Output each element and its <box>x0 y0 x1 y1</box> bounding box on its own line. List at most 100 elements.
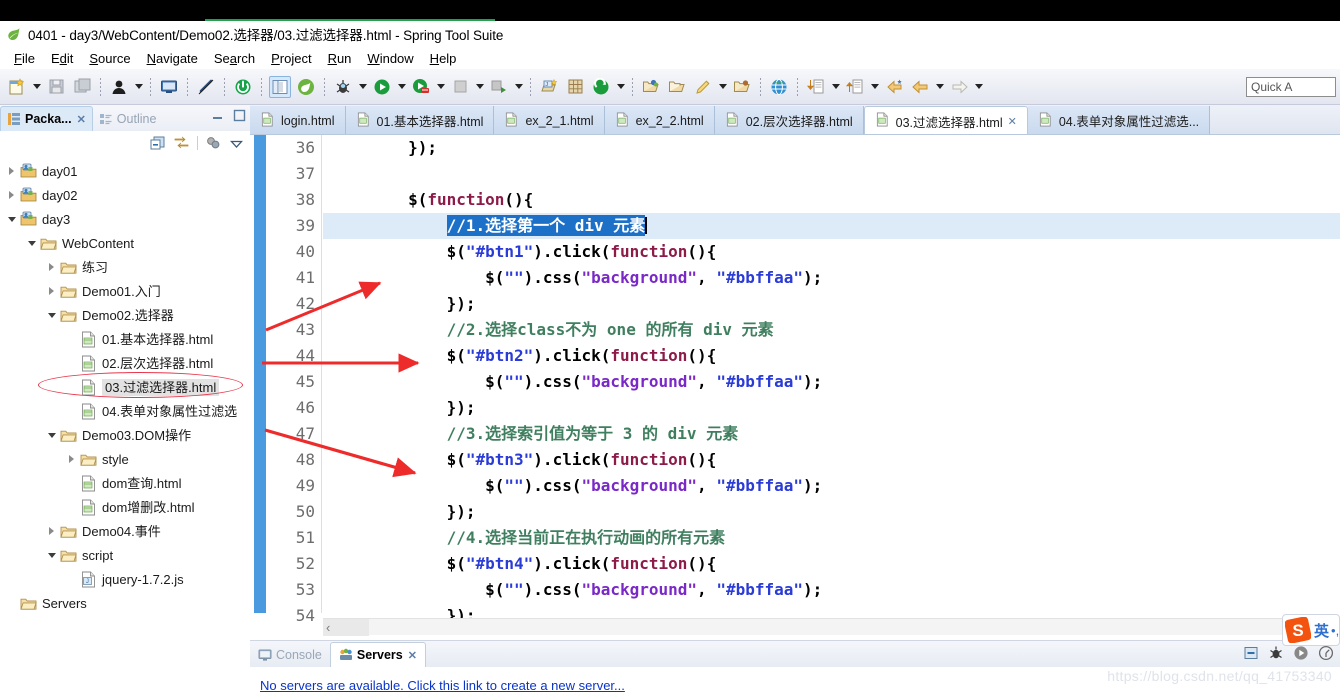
create-server-link[interactable]: No servers are available. Click this lin… <box>260 678 625 693</box>
code-line[interactable]: //2.选择class不为 one 的所有 div 元素 <box>323 317 1340 343</box>
spring-leaf-icon[interactable] <box>295 76 317 98</box>
code-line[interactable]: }); <box>323 291 1340 317</box>
close-icon[interactable]: ✕ <box>1008 115 1017 128</box>
skip-breakpoints-icon[interactable] <box>488 76 510 98</box>
menu-run[interactable]: Run <box>320 50 360 67</box>
tree-item[interactable]: WebContent <box>0 231 250 255</box>
tab-console[interactable]: Console <box>250 642 330 667</box>
code-line[interactable]: //4.选择当前正在执行动画的所有元素 <box>323 525 1340 551</box>
editor-tab[interactable]: 01.基本选择器.html <box>345 106 495 135</box>
open-task-icon[interactable] <box>731 76 753 98</box>
tab-outline[interactable]: Outline <box>93 106 163 131</box>
menu-window[interactable]: Window <box>359 50 421 67</box>
code-line[interactable]: }); <box>323 135 1340 161</box>
minimize-icon[interactable] <box>211 109 224 122</box>
editor-tab[interactable]: ex_2_2.html <box>604 106 715 135</box>
profile-server-icon[interactable] <box>1318 645 1334 661</box>
save-icon[interactable] <box>45 76 67 98</box>
tree-item[interactable]: 03.过滤选择器.html <box>0 372 250 399</box>
next-annotation-caret-icon[interactable] <box>830 77 841 97</box>
menu-file[interactable]: File <box>6 50 43 67</box>
stop-icon[interactable] <box>449 76 471 98</box>
menu-navigate[interactable]: Navigate <box>139 50 206 67</box>
collapse-arrow-icon[interactable] <box>26 238 37 249</box>
editor-tab[interactable]: 02.层次选择器.html <box>714 106 864 135</box>
code-line[interactable]: //1.选择第一个 div 元素 <box>323 213 1340 239</box>
previous-annotation-caret-icon[interactable] <box>869 77 880 97</box>
maximize-icon[interactable] <box>233 109 246 122</box>
code-line[interactable]: $(function(){ <box>323 187 1340 213</box>
link-with-editor-icon[interactable] <box>173 135 190 151</box>
tree-item[interactable]: Demo02.选择器 <box>0 303 250 327</box>
stop-caret-icon[interactable] <box>474 77 485 97</box>
code-editor[interactable]: 36 37 38 39 40 41 42 43 44 45 46 47 48 49 50 51 52 53 54 }… <box>250 135 1340 640</box>
forward-caret-icon[interactable] <box>973 77 984 97</box>
editor-tab[interactable]: ex_2_1.html <box>494 106 605 135</box>
tree-item[interactable]: script <box>0 543 250 567</box>
selected-text[interactable]: //1.选择第一个 div 元素 <box>446 215 646 236</box>
new-java-class-icon[interactable]: J <box>538 76 560 98</box>
collapse-arrow-icon[interactable] <box>46 310 57 321</box>
tree-item[interactable]: Demo03.DOM操作 <box>0 423 250 447</box>
tab-servers[interactable]: Servers ✕ <box>329 642 426 667</box>
code-line[interactable]: $("#btn1").click(function(){ <box>323 239 1340 265</box>
tree-item[interactable]: Demo01.入门 <box>0 279 250 303</box>
previous-annotation-icon[interactable] <box>844 76 866 98</box>
tab-package-explorer[interactable]: Packa... ✕ <box>0 106 93 131</box>
menu-help[interactable]: Help <box>422 50 465 67</box>
code-line[interactable]: $("").css("background", "#bbffaa"); <box>323 369 1340 395</box>
open-perspective-icon[interactable] <box>269 75 291 98</box>
editor-tab[interactable]: 04.表单对象属性过滤选... <box>1027 106 1211 135</box>
code-line[interactable]: $("#btn4").click(function(){ <box>323 551 1340 577</box>
filters-icon[interactable] <box>205 135 222 151</box>
tree-item[interactable]: Demo04.事件 <box>0 519 250 543</box>
tree-item[interactable]: Jjquery-1.7.2.js <box>0 567 250 591</box>
refresh-green-icon[interactable] <box>590 76 612 98</box>
tree-item[interactable]: day01 <box>0 159 250 183</box>
back-arrow-icon[interactable] <box>883 76 905 98</box>
tree-item[interactable]: 02.层次选择器.html <box>0 351 250 375</box>
menu-edit[interactable]: Edit <box>43 50 81 67</box>
code-line[interactable]: }); <box>323 499 1340 525</box>
open-type-icon[interactable] <box>640 76 662 98</box>
expand-arrow-icon[interactable] <box>46 526 57 537</box>
code-line[interactable]: $("").css("background", "#bbffaa"); <box>323 265 1340 291</box>
run-server-icon[interactable] <box>410 76 432 98</box>
new-wizard-caret-icon[interactable] <box>31 77 42 97</box>
close-icon[interactable]: ✕ <box>77 113 86 126</box>
debug-caret-icon[interactable] <box>357 77 368 97</box>
code-line[interactable]: $("").css("background", "#bbffaa"); <box>323 577 1340 603</box>
tree-item[interactable]: style <box>0 447 250 471</box>
menu-source[interactable]: Source <box>81 50 138 67</box>
source-code-text[interactable]: }); $(function(){ //1.选择第一个 div 元素 $("#b… <box>323 135 1340 625</box>
menu-search[interactable]: Search <box>206 50 263 67</box>
person-icon[interactable] <box>108 76 130 98</box>
tree-item[interactable]: dom查询.html <box>0 471 250 495</box>
next-annotation-icon[interactable] <box>805 76 827 98</box>
debug-server-icon[interactable] <box>1268 645 1284 661</box>
ime-punctuation-icon[interactable]: •, <box>1331 623 1339 638</box>
person-caret-icon[interactable] <box>133 77 144 97</box>
code-line[interactable]: $("#btn3").click(function(){ <box>323 447 1340 473</box>
editor-tab[interactable]: login.html <box>250 106 346 135</box>
expand-arrow-icon[interactable] <box>6 166 17 177</box>
sogou-ime-toolbar[interactable]: S 英 •, <box>1282 614 1340 646</box>
power-green-icon[interactable] <box>232 76 254 98</box>
web-browser-icon[interactable] <box>768 76 790 98</box>
code-line[interactable] <box>323 161 1340 187</box>
new-wizard-icon[interactable] <box>6 76 28 98</box>
code-line[interactable]: $("#btn2").click(function(){ <box>323 343 1340 369</box>
collapse-arrow-icon[interactable] <box>46 430 57 441</box>
run-server-caret-icon[interactable] <box>435 77 446 97</box>
open-resource-icon[interactable] <box>666 76 688 98</box>
expand-arrow-icon[interactable] <box>66 454 77 465</box>
run-caret-icon[interactable] <box>396 77 407 97</box>
sogou-icon[interactable]: S <box>1285 617 1311 643</box>
tree-item[interactable]: day3 <box>0 207 250 231</box>
expand-arrow-icon[interactable] <box>46 286 57 297</box>
skip-caret-icon[interactable] <box>513 77 524 97</box>
ime-mode-label[interactable]: 英 <box>1314 620 1329 641</box>
tree-item[interactable]: dom增删改.html <box>0 495 250 519</box>
search-marker-caret-icon[interactable] <box>717 77 728 97</box>
code-line[interactable]: }); <box>323 395 1340 421</box>
